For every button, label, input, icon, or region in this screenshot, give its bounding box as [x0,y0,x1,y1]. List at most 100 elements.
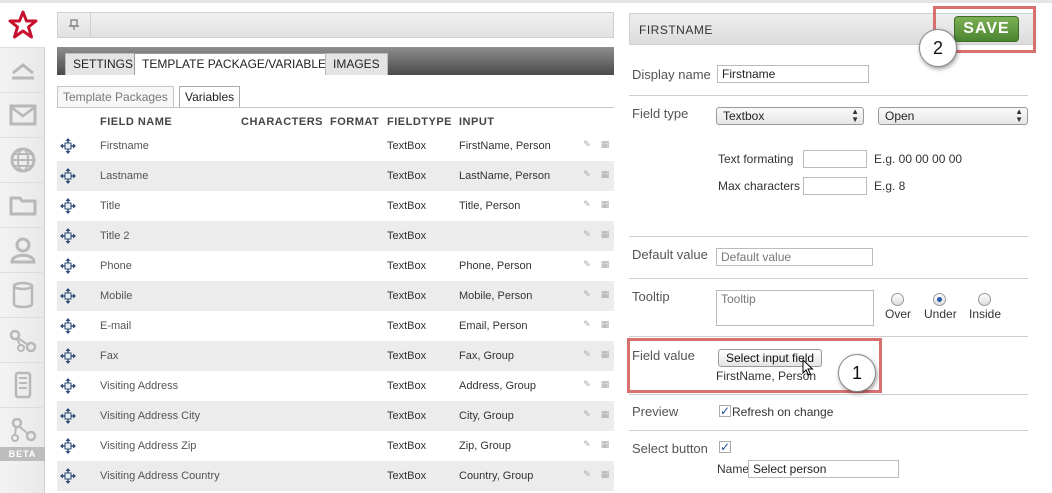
drag-handle-icon[interactable] [59,318,77,334]
column-header-characters[interactable]: CHARACTERS [241,116,323,128]
max-characters-input[interactable] [803,177,867,195]
delete-icon[interactable]: ▦ [600,349,610,359]
column-header-fieldtype[interactable]: FIELDTYPE [387,116,452,128]
drag-handle-icon[interactable] [59,438,77,454]
drag-handle-icon[interactable] [59,258,77,274]
tooltip-inside-label: Inside [969,307,1002,321]
mail-icon[interactable] [0,93,45,138]
drag-handle-icon[interactable] [59,378,77,394]
table-row[interactable]: Fax TextBox Fax, Group ✎ ▦ [57,341,614,371]
edit-icon[interactable]: ✎ [582,349,592,359]
table-row[interactable]: Visiting Address TextBox Address, Group ✎ ▦ [57,371,614,401]
edit-icon[interactable]: ✎ [582,469,592,479]
table-row[interactable]: Mobile TextBox Mobile, Person ✎ ▦ [57,281,614,311]
select-button-checkbox[interactable]: ✓ [719,441,731,453]
delete-icon[interactable]: ▦ [600,469,610,479]
edit-icon[interactable]: ✎ [582,199,592,209]
drag-handle-icon[interactable] [59,168,77,184]
arrows-icon[interactable] [0,48,45,93]
save-button[interactable]: SAVE [954,16,1019,42]
select-arrows-icon: ▲ ▼ [1015,107,1023,124]
star-icon[interactable] [0,3,45,48]
drag-handle-icon[interactable] [59,468,77,484]
edit-icon[interactable]: ✎ [582,379,592,389]
refresh-on-change-checkbox[interactable]: ✓ [719,405,731,417]
table-row[interactable]: Firstname TextBox FirstName, Person ✎ ▦ [57,131,614,161]
drag-handle-icon[interactable] [59,348,77,364]
delete-icon[interactable]: ▦ [600,289,610,299]
table-row[interactable]: Title 2 TextBox ✎ ▦ [57,221,614,251]
field-mode-select[interactable]: Open ▲ ▼ [878,107,1028,125]
display-name-input[interactable]: Firstname [717,65,869,83]
edit-icon[interactable]: ✎ [582,229,592,239]
tab-template-package-variables[interactable]: TEMPLATE PACKAGE/VARIABLES [134,53,343,75]
input-cell: Country, Group [459,470,534,482]
edit-icon[interactable]: ✎ [582,259,592,269]
tooltip-over-radio[interactable] [891,293,904,306]
column-header-format[interactable]: FORMAT [330,116,379,128]
table-row[interactable]: Visiting Address Zip TextBox Zip, Group ✎ ▦ [57,431,614,461]
field-name-cell: Phone [100,260,132,272]
delete-icon[interactable]: ▦ [600,319,610,329]
default-value-input[interactable]: Default value [716,248,873,266]
edit-icon[interactable]: ✎ [582,169,592,179]
delete-icon[interactable]: ▦ [600,199,610,209]
drag-handle-icon[interactable] [59,138,77,154]
field-type-select[interactable]: Textbox ▲ ▼ [716,107,864,125]
edit-icon[interactable]: ✎ [582,319,592,329]
user-icon[interactable] [0,228,45,273]
globe-icon[interactable] [0,138,45,183]
table-row[interactable]: Title TextBox Title, Person ✎ ▦ [57,191,614,221]
panel-title: FIRSTNAME [639,23,713,37]
delete-icon[interactable]: ▦ [600,169,610,179]
select-arrows-icon: ▲ ▼ [851,107,859,124]
text-formatting-input[interactable] [803,150,867,168]
delete-icon[interactable]: ▦ [600,439,610,449]
fieldtype-cell: TextBox [387,320,427,332]
fieldtype-cell: TextBox [387,140,427,152]
table-row[interactable]: Visiting Address City TextBox City, Group ✎… [57,401,614,431]
table-row[interactable]: Lastname TextBox LastName, Person ✎ ▦ [57,161,614,191]
subtab-variables[interactable]: Variables [179,86,241,108]
delete-icon[interactable]: ▦ [600,139,610,149]
column-header-input[interactable]: INPUT [459,116,495,128]
name-input[interactable]: Select person [748,460,899,478]
tooltip-under-radio[interactable] [933,293,946,306]
database-icon[interactable] [0,273,45,318]
callout-badge-1: 1 [838,354,876,392]
drag-handle-icon[interactable] [59,228,77,244]
tooltip-textarea[interactable]: Tooltip [716,290,874,326]
refresh-on-change-label: Refresh on change [732,405,834,419]
subtab-template-packages[interactable]: Template Packages [57,86,174,108]
delete-icon[interactable]: ▦ [600,259,610,269]
drag-handle-icon[interactable] [59,198,77,214]
edit-icon[interactable]: ✎ [582,439,592,449]
delete-icon[interactable]: ▦ [600,409,610,419]
edit-icon[interactable]: ✎ [582,139,592,149]
folder-icon[interactable] [0,183,45,228]
table-row[interactable]: Visiting Address Country TextBox Country, … [57,461,614,491]
subtab-divider [57,107,614,108]
field-mode-value: Open [885,109,915,123]
beta-label: BETA [0,447,45,461]
tooltip-inside-radio[interactable] [978,293,991,306]
share-icon[interactable] [0,318,45,363]
edit-icon[interactable]: ✎ [582,289,592,299]
column-header-field-name[interactable]: FIELD NAME [100,116,172,128]
delete-icon[interactable]: ▦ [600,379,610,389]
tab-settings[interactable]: SETTINGS [65,53,142,75]
text-formatting-label: Text formating [718,152,794,166]
drag-handle-icon[interactable] [59,288,77,304]
drag-handle-icon[interactable] [59,408,77,424]
tab-images[interactable]: IMAGES [325,53,388,75]
pin-button[interactable] [58,13,91,37]
input-cell: FirstName, Person [459,140,551,152]
table-row[interactable]: E-mail TextBox Email, Person ✎ ▦ [57,311,614,341]
tooltip-under-label: Under [924,307,957,321]
delete-icon[interactable]: ▦ [600,229,610,239]
mobile-icon[interactable] [0,363,45,408]
input-cell: Email, Person [459,320,528,332]
edit-icon[interactable]: ✎ [582,409,592,419]
fieldtype-cell: TextBox [387,260,427,272]
table-row[interactable]: Phone TextBox Phone, Person ✎ ▦ [57,251,614,281]
